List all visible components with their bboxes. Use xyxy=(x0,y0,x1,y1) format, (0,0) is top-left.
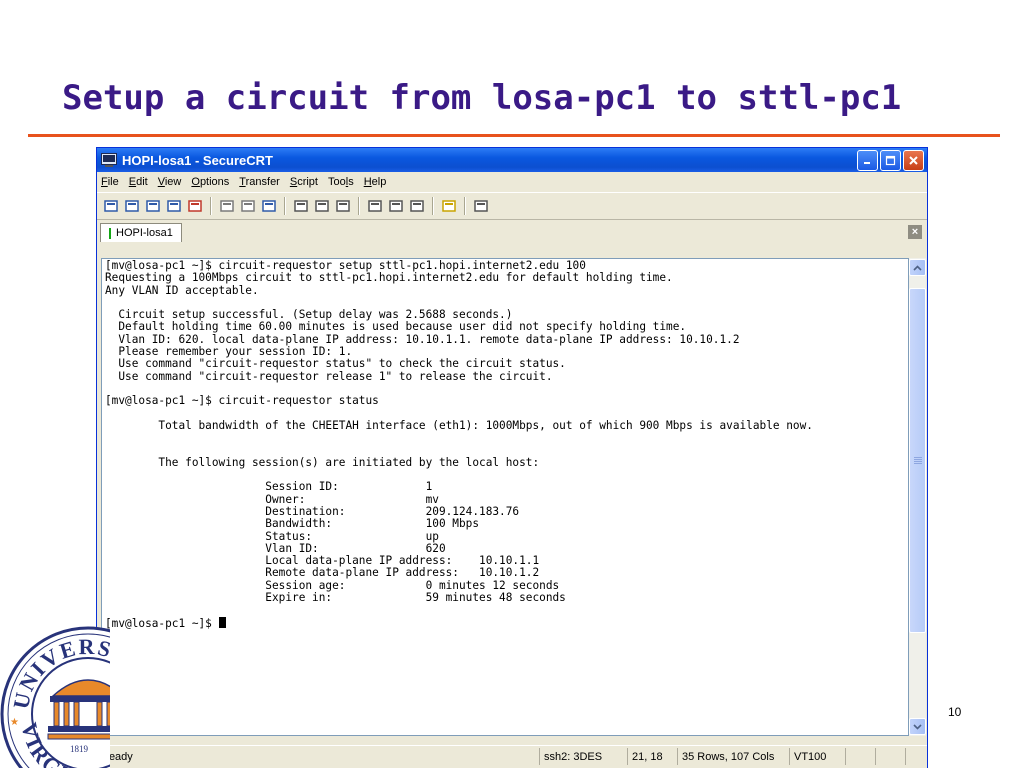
status-emulation: VT100 xyxy=(789,748,845,765)
terminal-line: Session age: 0 minutes 12 seconds xyxy=(105,578,560,592)
scroll-up-button[interactable] xyxy=(909,259,926,276)
terminal-line: Use command "circuit-requestor release 1… xyxy=(105,369,553,383)
toolbar-separator xyxy=(210,197,212,215)
scroll-down-button[interactable] xyxy=(909,718,926,735)
paste-icon[interactable] xyxy=(240,198,256,214)
terminal-line: Vlan ID: 620 xyxy=(105,541,446,555)
resize-grip[interactable] xyxy=(905,748,927,765)
menu-item-help[interactable]: Help xyxy=(364,176,387,188)
print-icon[interactable] xyxy=(293,198,309,214)
terminal-line: Remote data-plane IP address: 10.10.1.2 xyxy=(105,566,540,580)
sftp-icon[interactable] xyxy=(473,198,489,214)
terminal-line: Circuit setup successful. (Setup delay w… xyxy=(105,308,513,322)
terminal-line: Status: up xyxy=(105,529,439,543)
menu-item-edit[interactable]: Edit xyxy=(129,176,148,188)
terminal-line: Use command "circuit-requestor status" t… xyxy=(105,357,566,371)
terminal-line: Vlan ID: 620. local data-plane IP addres… xyxy=(105,332,740,346)
terminal-line: [mv@losa-pc1 ~]$ circuit-requestor statu… xyxy=(105,394,379,408)
terminal-line: Destination: 209.124.183.76 xyxy=(105,504,520,518)
window-titlebar[interactable]: HOPI-losa1 - SecureCRT xyxy=(97,148,927,172)
page-number: 10 xyxy=(948,705,962,719)
terminal-line: Expire in: 59 minutes 48 seconds xyxy=(105,591,566,605)
terminal-line: Local data-plane IP address: 10.10.1.1 xyxy=(105,554,540,568)
terminal-cursor xyxy=(218,616,226,628)
terminal-area[interactable]: [mv@losa-pc1 ~]$ circuit-requestor setup… xyxy=(101,258,909,736)
reconnect-icon[interactable] xyxy=(166,198,182,214)
slide-title: Setup a circuit from losa-pc1 to sttl-pc… xyxy=(62,78,902,118)
terminal-line: Session ID: 1 xyxy=(105,480,433,494)
help-icon[interactable] xyxy=(441,198,457,214)
securecrt-app-icon xyxy=(101,153,117,167)
menu-item-options[interactable]: Options xyxy=(191,176,229,188)
close-icon xyxy=(909,156,918,165)
toolbar-separator xyxy=(284,197,286,215)
terminal-line: Default holding time 60.00 minutes is us… xyxy=(105,320,687,334)
terminal-line: Total bandwidth of the CHEETAH interface… xyxy=(105,418,813,432)
session-options-icon[interactable] xyxy=(367,198,383,214)
menu-item-tools[interactable]: Tools xyxy=(328,176,354,188)
connect-in-tab-icon[interactable] xyxy=(145,198,161,214)
menu-item-script[interactable]: Script xyxy=(290,176,318,188)
tab-label: HOPI-losa1 xyxy=(116,227,173,239)
toolbar-separator xyxy=(358,197,360,215)
minimize-icon xyxy=(864,162,870,164)
menu-item-transfer[interactable]: Transfer xyxy=(239,176,280,188)
disconnect-icon[interactable] xyxy=(187,198,203,214)
terminal-line: Please remember your session ID: 1. xyxy=(105,345,353,359)
svg-text:★: ★ xyxy=(10,717,19,728)
quick-connect-icon[interactable] xyxy=(124,198,140,214)
terminal-line: [mv@losa-pc1 ~]$ xyxy=(105,616,219,630)
tab-bar: HOPI-losa1 × xyxy=(97,220,927,242)
tab-close-button[interactable]: × xyxy=(908,225,922,239)
menu-bar: File Edit View Options Transfer Script Tools He… xyxy=(97,172,927,192)
global-options-icon[interactable] xyxy=(388,198,404,214)
vertical-scrollbar[interactable] xyxy=(909,258,926,736)
status-empty-1 xyxy=(845,748,875,765)
terminal-line: Requesting a 100Mbps circuit to sttl-pc1… xyxy=(105,271,673,285)
copy-icon[interactable] xyxy=(219,198,235,214)
maximize-icon xyxy=(885,155,896,166)
terminal-line: Any VLAN ID acceptable. xyxy=(105,283,259,297)
toolbar-separator xyxy=(464,197,466,215)
securecrt-window: HOPI-losa1 - SecureCRT File Edit View Optio… xyxy=(96,147,928,768)
print-selection-icon[interactable] xyxy=(314,198,330,214)
tab-status-icon xyxy=(109,227,111,239)
seal-year: 1819 xyxy=(70,744,89,754)
menu-item-view[interactable]: View xyxy=(158,176,182,188)
scroll-thumb[interactable] xyxy=(909,288,926,633)
chevron-down-icon xyxy=(913,723,922,730)
menu-item-file[interactable]: File xyxy=(101,176,119,188)
toolbar xyxy=(97,192,927,220)
terminal-line: [mv@losa-pc1 ~]$ circuit-requestor setup… xyxy=(105,259,586,272)
terminal-line: Bandwidth: 100 Mbps xyxy=(105,517,480,531)
maximize-button[interactable] xyxy=(880,150,901,171)
terminal-line: The following session(s) are initiated b… xyxy=(105,455,540,469)
connect-icon[interactable] xyxy=(103,198,119,214)
close-button[interactable] xyxy=(903,150,924,171)
find-icon[interactable] xyxy=(261,198,277,214)
status-protocol: ssh2: 3DES xyxy=(539,748,627,765)
status-cursor-position: 21, 18 xyxy=(627,748,677,765)
status-size: 35 Rows, 107 Cols xyxy=(677,748,789,765)
status-bar: Ready ssh2: 3DES 21, 18 35 Rows, 107 Col… xyxy=(97,745,927,768)
university-seal-logo: UNIVERSI VIRGI 1819 ★ xyxy=(0,624,110,768)
title-rule xyxy=(28,134,1000,137)
minimize-button[interactable] xyxy=(857,150,878,171)
terminal-output: [mv@losa-pc1 ~]$ circuit-requestor setup… xyxy=(102,259,908,631)
terminal-line: Owner: mv xyxy=(105,492,439,506)
window-title: HOPI-losa1 - SecureCRT xyxy=(122,152,273,168)
toolbar-separator xyxy=(432,197,434,215)
chevron-up-icon xyxy=(913,264,922,271)
status-empty-2 xyxy=(875,748,905,765)
tab-hopi-losa1[interactable]: HOPI-losa1 xyxy=(100,223,182,242)
keymap-icon[interactable] xyxy=(409,198,425,214)
print-screen-icon[interactable] xyxy=(335,198,351,214)
